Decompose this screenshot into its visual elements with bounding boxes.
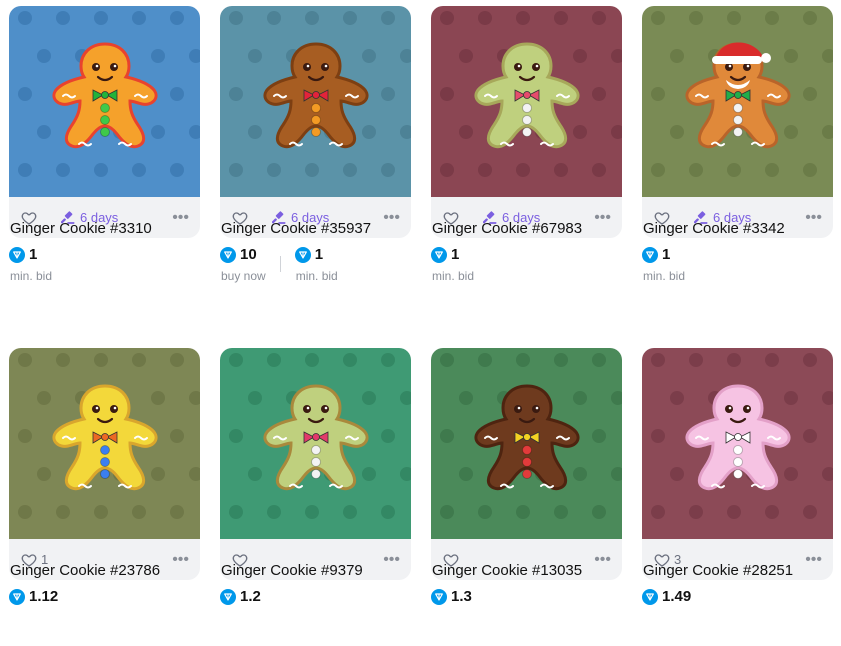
nft-title[interactable]: Ginger Cookie #3310	[10, 220, 152, 237]
nft-card[interactable]: 3 ••• Ginger Cookie #28251 1.49	[642, 348, 833, 605]
more-options-icon[interactable]: •••	[594, 209, 611, 225]
more-options-icon[interactable]: •••	[383, 551, 400, 567]
ton-currency-icon	[642, 246, 658, 263]
price-block: 1.49	[642, 588, 691, 605]
nft-image[interactable]	[642, 348, 833, 539]
price-block: 1 min. bid	[9, 246, 52, 283]
price-group: 10 buy now 1 min. bid	[220, 246, 338, 283]
nft-card[interactable]: 6 days ••• Ginger Cookie #35937 10 buy no…	[220, 6, 411, 283]
ton-currency-icon	[431, 246, 447, 263]
price-row: 1.12	[9, 588, 58, 605]
nft-card[interactable]: 1 ••• Ginger Cookie #23786 1.12	[9, 348, 200, 605]
price-group: 1.2	[220, 588, 261, 605]
more-options-icon[interactable]: •••	[805, 209, 822, 225]
ton-currency-icon	[431, 588, 447, 605]
nft-title[interactable]: Ginger Cookie #9379	[221, 562, 363, 579]
price-value: 1	[451, 246, 460, 263]
ton-currency-icon	[294, 246, 311, 263]
nft-title[interactable]: Ginger Cookie #28251	[643, 562, 793, 579]
ginger-cookie-illustration	[474, 42, 580, 149]
price-value: 1	[314, 246, 324, 263]
price-row: 1.49	[642, 588, 691, 605]
nft-card[interactable]: ••• Ginger Cookie #13035 1.3	[431, 348, 622, 605]
price-row: 1	[9, 246, 52, 263]
price-label: min. bid	[643, 269, 686, 283]
nft-title[interactable]: Ginger Cookie #13035	[432, 562, 582, 579]
nft-title[interactable]: Ginger Cookie #23786	[10, 562, 160, 579]
ton-currency-icon	[220, 588, 236, 605]
more-options-icon[interactable]: •••	[172, 209, 189, 225]
price-label: buy now	[221, 269, 266, 283]
price-label: min. bid	[10, 269, 53, 283]
nft-image[interactable]	[431, 348, 622, 539]
price-group: 1.49	[642, 588, 691, 605]
nft-image[interactable]	[431, 6, 622, 197]
price-value: 1	[29, 246, 38, 263]
price-block: 1 min. bid	[431, 246, 474, 283]
nft-title[interactable]: Ginger Cookie #3342	[643, 220, 785, 237]
nft-card[interactable]: 6 days ••• Ginger Cookie #3310 1 min. bid	[9, 6, 200, 283]
price-block: 1.2	[220, 588, 261, 605]
ton-currency-icon	[9, 246, 25, 263]
nft-card[interactable]: 6 days ••• Ginger Cookie #67983 1 min. bi…	[431, 6, 622, 283]
ginger-cookie-illustration	[263, 384, 369, 491]
ginger-cookie-illustration	[685, 384, 791, 491]
price-block: 1 min. bid	[642, 246, 685, 283]
price-row: 1.3	[431, 588, 472, 605]
price-row: 1	[642, 246, 685, 263]
more-options-icon[interactable]: •••	[594, 551, 611, 567]
price-group: 1 min. bid	[9, 246, 52, 283]
ginger-cookie-illustration	[52, 384, 158, 491]
price-group: 1.3	[431, 588, 472, 605]
more-options-icon[interactable]: •••	[805, 551, 822, 567]
nft-card[interactable]: ••• Ginger Cookie #9379 1.2	[220, 348, 411, 605]
nft-title[interactable]: Ginger Cookie #67983	[432, 220, 582, 237]
price-block: 1.12	[9, 588, 58, 605]
price-row: 10	[220, 246, 266, 263]
ginger-cookie-illustration	[474, 384, 580, 491]
price-label: min. bid	[432, 269, 475, 283]
price-divider	[279, 256, 281, 272]
nft-image[interactable]	[9, 348, 200, 539]
price-value: 1.49	[662, 588, 692, 605]
ton-currency-icon	[9, 588, 25, 605]
ginger-cookie-illustration	[263, 42, 369, 149]
price-row: 1.2	[220, 588, 261, 605]
ginger-cookie-illustration	[52, 42, 158, 149]
price-value: 1	[662, 246, 671, 263]
price-row: 1	[294, 246, 338, 263]
price-block: 10 buy now	[220, 246, 266, 283]
nft-image[interactable]	[220, 6, 411, 197]
price-value: 1.2	[240, 588, 261, 605]
price-group: 1 min. bid	[642, 246, 685, 283]
price-group: 1.12	[9, 588, 58, 605]
more-options-icon[interactable]: •••	[383, 209, 400, 225]
price-value: 1.3	[451, 588, 472, 605]
price-value: 1.12	[29, 588, 59, 605]
nft-image[interactable]	[642, 6, 833, 197]
price-row: 1	[431, 246, 474, 263]
nft-image[interactable]	[220, 348, 411, 539]
nft-title[interactable]: Ginger Cookie #35937	[221, 220, 371, 237]
price-value: 10	[240, 246, 257, 263]
more-options-icon[interactable]: •••	[172, 551, 189, 567]
price-label: min. bid	[295, 269, 338, 283]
price-block: 1.3	[431, 588, 472, 605]
nft-image[interactable]	[9, 6, 200, 197]
ginger-cookie-illustration	[685, 42, 791, 149]
price-group: 1 min. bid	[431, 246, 474, 283]
price-block: 1 min. bid	[294, 246, 338, 283]
ton-currency-icon	[642, 588, 658, 605]
nft-card[interactable]: 6 days ••• Ginger Cookie #3342 1 min. bid	[642, 6, 833, 283]
ton-currency-icon	[220, 246, 236, 263]
